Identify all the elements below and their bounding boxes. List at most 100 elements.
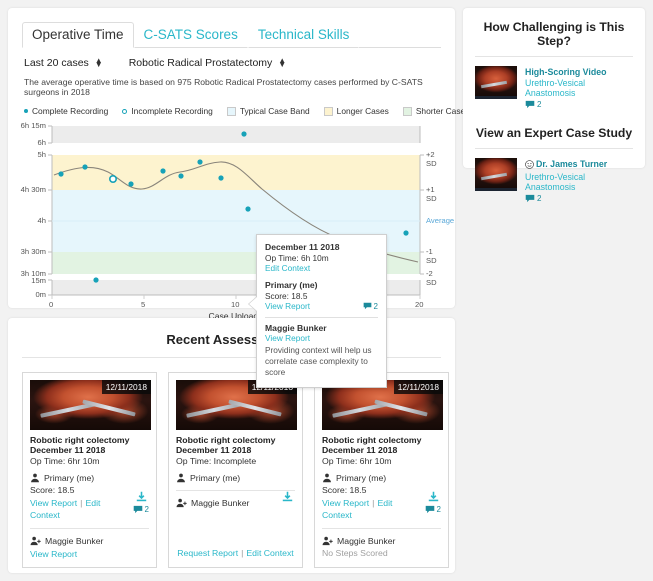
case-tooltip[interactable]: December 11 2018 Op Time: 6h 10m Edit Co…	[256, 234, 387, 388]
tab-label: Technical Skills	[258, 27, 350, 42]
tooltip-secondary-view-report-link[interactable]: View Report	[265, 333, 378, 343]
sidebar-item-body: High-Scoring Video Urethro-Vesical Anast…	[525, 66, 633, 112]
operative-time-panel: Operative Time C-SATS Scores Technical S…	[8, 8, 455, 308]
card-primary-role-row: Primary (me)	[322, 473, 441, 483]
card-score: Score: 18.5	[322, 485, 441, 495]
comment-count[interactable]: 2	[425, 505, 441, 514]
card-links-row: View Report|Edit Context 2	[30, 497, 149, 521]
view-report-link[interactable]: View Report	[322, 498, 369, 508]
y-tick-label: 6h	[38, 138, 46, 147]
sd-label: +1 SD	[426, 185, 437, 203]
x-tick-label: 10	[231, 300, 239, 309]
card-secondary-row: Maggie Bunker	[176, 498, 295, 508]
expert-name-link[interactable]: Dr. James Turner	[525, 159, 633, 171]
assessment-card[interactable]: 12/11/2018 Robotic right colectomy Decem…	[22, 372, 157, 568]
x-tick-label: 0	[49, 300, 53, 309]
section-heading-expert-case-study: View an Expert Case Study	[463, 116, 645, 148]
legend-longer-cases: Longer Cases	[324, 106, 389, 116]
tab-label: Operative Time	[32, 27, 124, 42]
chart-legend: Complete Recording Incomplete Recording …	[8, 97, 455, 116]
video-thumbnail[interactable]	[475, 158, 517, 191]
download-icon[interactable]	[282, 491, 293, 505]
card-procedure-title: Robotic right colectomy	[30, 435, 149, 445]
video-step-name[interactable]: Urethro-Vesical Anastomosis	[525, 78, 633, 98]
video-progress-bar	[475, 96, 517, 99]
tab-edge	[441, 22, 455, 48]
sidebar-item-high-scoring-video[interactable]: High-Scoring Video Urethro-Vesical Anast…	[463, 57, 645, 116]
view-report-link[interactable]: View Report	[30, 498, 77, 508]
sidebar-item-expert-case-study[interactable]: Dr. James Turner Urethro-Vesical Anastom…	[463, 149, 645, 210]
high-scoring-video-link[interactable]: High-Scoring Video	[525, 67, 633, 77]
card-secondary-row: Maggie Bunker	[322, 536, 441, 546]
comment-bubble-icon	[363, 302, 372, 310]
tab-filler	[359, 22, 441, 48]
card-secondary-name: Maggie Bunker	[45, 536, 103, 546]
thumbnail-date-badge: 12/11/2018	[102, 380, 151, 394]
y-tick-label: 4h	[38, 216, 46, 225]
download-icon[interactable]	[428, 491, 439, 505]
surgeon-icon	[176, 473, 186, 483]
operative-time-chart[interactable]: 6h 15m 6h 5h 4h 30m 4h 3h 30m 3h 10m 15m…	[8, 122, 455, 307]
tab-operative-time[interactable]: Operative Time	[22, 22, 134, 48]
procedure-selector[interactable]: Robotic Radical Prostatectomy ▲▼	[129, 57, 286, 69]
data-point	[197, 159, 202, 164]
data-point	[178, 173, 183, 178]
procedure-value: Robotic Radical Prostatectomy	[129, 57, 273, 69]
divider	[176, 490, 295, 491]
video-thumbnail[interactable]	[475, 66, 517, 99]
case-count-selector[interactable]: Last 20 cases ▲▼	[24, 57, 103, 69]
card-date: December 11 2018	[30, 445, 149, 455]
smiley-face-icon	[525, 160, 534, 171]
video-progress-bar	[475, 188, 517, 191]
comment-count[interactable]: 2	[525, 194, 541, 203]
tooltip-edit-context-link[interactable]: Edit Context	[265, 263, 378, 273]
section-heading-challenging-step: How Challenging is This Step?	[463, 8, 645, 56]
tab-label: C-SATS Scores	[144, 27, 238, 42]
assessment-card[interactable]: 12/11/2018 Robotic right colectomy Decem…	[314, 372, 449, 568]
y-tick-label: 6h 15m	[21, 121, 46, 130]
legend-complete-recording: Complete Recording	[24, 106, 108, 116]
insights-sidebar-panel: How Challenging is This Step? High-Scori…	[463, 8, 645, 168]
assessment-card[interactable]: 12/11/2018 Robotic right colectomy Decem…	[168, 372, 303, 568]
tooltip-primary-view-report-link[interactable]: View Report	[265, 301, 310, 311]
video-step-name[interactable]: Urethro-Vesical Anastomosis	[525, 172, 633, 192]
legend-typical-case-band: Typical Case Band	[227, 106, 310, 116]
sd-label: -1 SD	[426, 247, 437, 265]
swatch-icon	[227, 107, 236, 116]
data-point	[58, 171, 63, 176]
secondary-view-report-link[interactable]: View Report	[30, 549, 77, 559]
data-point	[218, 175, 223, 180]
data-point	[93, 277, 98, 282]
chevron-updown-icon: ▲▼	[278, 59, 286, 67]
card-primary-role-row: Primary (me)	[30, 473, 149, 483]
comment-count[interactable]: 2	[525, 100, 541, 109]
sd-label: +2 SD	[426, 150, 437, 168]
case-thumbnail[interactable]: 12/11/2018	[30, 380, 151, 430]
data-point	[245, 206, 250, 211]
tab-bar: Operative Time C-SATS Scores Technical S…	[8, 8, 455, 48]
data-point	[82, 164, 87, 169]
tab-csats-scores[interactable]: C-SATS Scores	[134, 22, 248, 48]
data-point-incomplete	[110, 176, 116, 182]
surgeon-icon	[322, 473, 332, 483]
request-report-link[interactable]: Request Report	[177, 548, 238, 558]
legend-label: Longer Cases	[337, 106, 389, 116]
view-all-link[interactable]: View All	[8, 568, 455, 581]
divider	[30, 528, 149, 529]
comment-count[interactable]: 2	[133, 505, 149, 514]
tab-technical-skills[interactable]: Technical Skills	[248, 22, 360, 48]
card-procedure-title: Robotic right colectomy	[322, 435, 441, 445]
tooltip-primary-score: Score: 18.5	[265, 291, 378, 301]
legend-label: Incomplete Recording	[131, 106, 212, 116]
card-secondary-row: Maggie Bunker	[30, 536, 149, 546]
average-label: Average	[426, 216, 454, 225]
tooltip-note: Providing context will help us correlate…	[265, 345, 378, 379]
download-icon[interactable]	[136, 491, 147, 505]
y-tick-label: 3h 30m	[21, 247, 46, 256]
no-steps-scored-text: No Steps Scored	[322, 548, 441, 558]
edit-context-link[interactable]: Edit Context	[246, 548, 293, 558]
comment-count-value: 2	[374, 302, 378, 311]
case-count-value: Last 20 cases	[24, 57, 89, 69]
comment-count[interactable]: 2	[363, 302, 378, 311]
tooltip-primary-title: Primary (me)	[265, 280, 378, 290]
